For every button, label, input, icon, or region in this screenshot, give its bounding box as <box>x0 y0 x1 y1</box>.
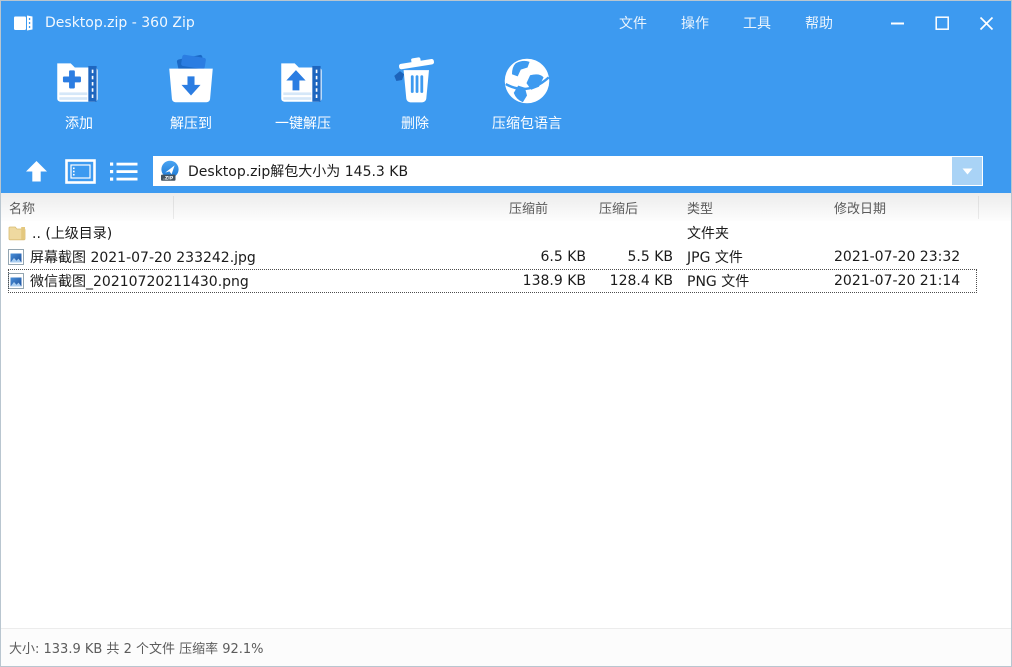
image-file-icon <box>8 249 24 265</box>
menu-help[interactable]: 帮助 <box>805 13 833 33</box>
one-click-extract-button[interactable]: 一键解压 <box>255 45 351 149</box>
header-divider <box>173 196 174 219</box>
zip-badge-label: .ZIP <box>163 176 174 182</box>
file-list: 名称 压缩前 压缩后 类型 修改日期 .. (上级目录) 文件夹 <box>1 193 1011 628</box>
row-size-before: 6.5 KB <box>501 249 589 265</box>
maximize-button[interactable] <box>933 14 951 32</box>
column-header-type[interactable]: 类型 <box>677 198 826 217</box>
column-header-modified[interactable]: 修改日期 <box>826 198 1011 217</box>
one-click-extract-icon <box>274 52 332 110</box>
list-header: 名称 压缩前 压缩后 类型 修改日期 <box>1 193 1011 221</box>
parent-directory-row[interactable]: .. (上级目录) 文件夹 <box>1 221 1011 245</box>
file-row-jpg[interactable]: 屏幕截图 2021-07-20 233242.jpg 6.5 KB 5.5 KB… <box>1 245 1011 269</box>
row-size-after: 128.4 KB <box>589 273 677 289</box>
row-type: 文件夹 <box>677 223 826 243</box>
row-type: JPG 文件 <box>677 247 826 267</box>
globe-icon <box>498 52 556 110</box>
360zip-window: Desktop.zip - 360 Zip 文件 操作 工具 帮助 <box>0 0 1012 667</box>
list-view-icon <box>108 159 139 184</box>
status-summary: 大小: 133.9 KB 共 2 个文件 压缩率 92.1% <box>9 638 264 657</box>
close-button[interactable] <box>977 14 995 32</box>
file-row-png[interactable]: 微信截图_20210720211430.png 138.9 KB 128.4 K… <box>1 269 1011 293</box>
chevron-down-icon <box>962 168 973 175</box>
header-divider <box>978 196 979 219</box>
up-directory-button[interactable] <box>23 158 50 185</box>
thumbnail-view-button[interactable] <box>65 159 96 184</box>
archive-book-icon <box>13 13 35 33</box>
list-view-button[interactable] <box>108 159 139 184</box>
address-text: Desktop.zip解包大小为 145.3 KB <box>188 161 408 181</box>
archive-language-button[interactable]: 压缩包语言 <box>479 45 575 149</box>
trash-icon <box>386 52 444 110</box>
row-size-after: 5.5 KB <box>589 249 677 265</box>
extract-to-button-label: 解压到 <box>170 113 212 133</box>
navigation-bar: .ZIP Desktop.zip解包大小为 145.3 KB <box>1 149 1011 193</box>
minimize-button[interactable] <box>889 14 907 32</box>
row-name: 微信截图_20210720211430.png <box>30 271 249 291</box>
add-to-archive-icon <box>50 52 108 110</box>
address-dropdown-button[interactable] <box>952 157 982 185</box>
image-file-icon <box>8 273 24 289</box>
extract-to-icon <box>162 52 220 110</box>
folder-icon <box>8 225 26 241</box>
window-controls <box>889 14 995 32</box>
menu-file[interactable]: 文件 <box>619 13 647 33</box>
thumbnail-view-icon <box>65 159 96 184</box>
row-modified: 2021-07-20 21:14 <box>826 273 1011 289</box>
row-name: .. (上级目录) <box>32 223 112 243</box>
window-title: Desktop.zip - 360 Zip <box>45 15 195 31</box>
add-button[interactable]: 添加 <box>31 45 127 149</box>
archive-language-button-label: 压缩包语言 <box>492 113 562 133</box>
add-button-label: 添加 <box>65 113 93 133</box>
delete-button[interactable]: 删除 <box>367 45 463 149</box>
extract-to-button[interactable]: 解压到 <box>143 45 239 149</box>
delete-button-label: 删除 <box>401 113 429 133</box>
menu-operation[interactable]: 操作 <box>681 13 709 33</box>
zip-file-icon: .ZIP <box>159 160 181 182</box>
row-name: 屏幕截图 2021-07-20 233242.jpg <box>30 247 256 267</box>
row-modified: 2021-07-20 23:32 <box>826 249 1011 265</box>
row-type: PNG 文件 <box>677 271 826 291</box>
row-size-before: 138.9 KB <box>501 273 589 289</box>
status-bar: 大小: 133.9 KB 共 2 个文件 压缩率 92.1% <box>1 628 1011 666</box>
toolbar: 添加 解压到 <box>1 45 1011 149</box>
column-header-size-before[interactable]: 压缩前 <box>501 198 589 217</box>
titlebar: Desktop.zip - 360 Zip 文件 操作 工具 帮助 <box>1 1 1011 45</box>
menu-tools[interactable]: 工具 <box>743 13 771 33</box>
one-click-extract-button-label: 一键解压 <box>275 113 331 133</box>
menubar: 文件 操作 工具 帮助 <box>619 13 833 33</box>
column-header-size-after[interactable]: 压缩后 <box>589 198 677 217</box>
up-arrow-icon <box>23 158 50 185</box>
column-header-name[interactable]: 名称 <box>1 198 501 217</box>
address-bar[interactable]: .ZIP Desktop.zip解包大小为 145.3 KB <box>153 156 983 186</box>
